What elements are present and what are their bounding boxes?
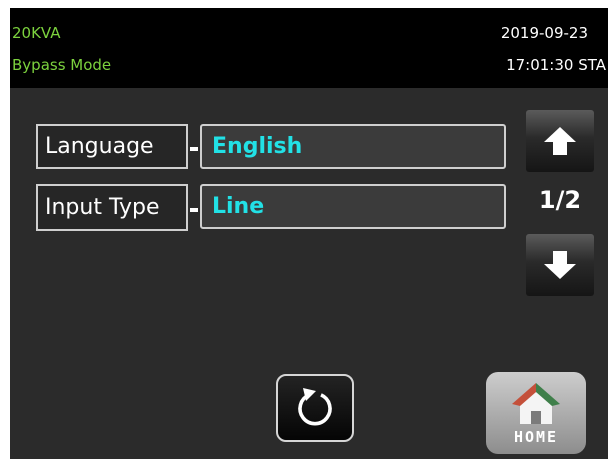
arrow-up-icon: [544, 127, 576, 155]
model-label: 20KVA: [12, 24, 61, 42]
date-label: 2019-09-23: [500, 24, 588, 42]
refresh-button[interactable]: [276, 374, 354, 442]
input-type-value: Line: [212, 194, 265, 219]
language-label: Language: [45, 134, 154, 159]
arrow-down-icon: [544, 251, 576, 279]
display-screen: 20KVA Bypass Mode 2019-09-23 17:01:30 ST…: [10, 8, 608, 459]
page-indicator: 1/2: [538, 186, 582, 214]
house-icon: [512, 383, 560, 424]
input-type-label: Input Type: [45, 195, 160, 220]
page-down-button[interactable]: [526, 234, 594, 296]
language-connector: [190, 147, 198, 151]
home-label: HOME: [513, 428, 559, 446]
home-button[interactable]: HOME: [486, 372, 586, 454]
operation-mode-label: Bypass Mode: [12, 56, 112, 74]
input-type-value-field[interactable]: Line: [200, 184, 506, 229]
input-type-label-box: Input Type: [36, 184, 188, 231]
refresh-icon: [298, 388, 332, 426]
input-type-connector: [190, 208, 198, 212]
page-up-button[interactable]: [526, 110, 594, 172]
language-label-box: Language: [36, 124, 188, 169]
status-header: 20KVA Bypass Mode 2019-09-23 17:01:30 ST…: [10, 8, 608, 88]
language-value-field[interactable]: English: [200, 124, 506, 169]
time-label: 17:01:30 STA: [506, 56, 606, 74]
language-value: English: [212, 134, 303, 159]
